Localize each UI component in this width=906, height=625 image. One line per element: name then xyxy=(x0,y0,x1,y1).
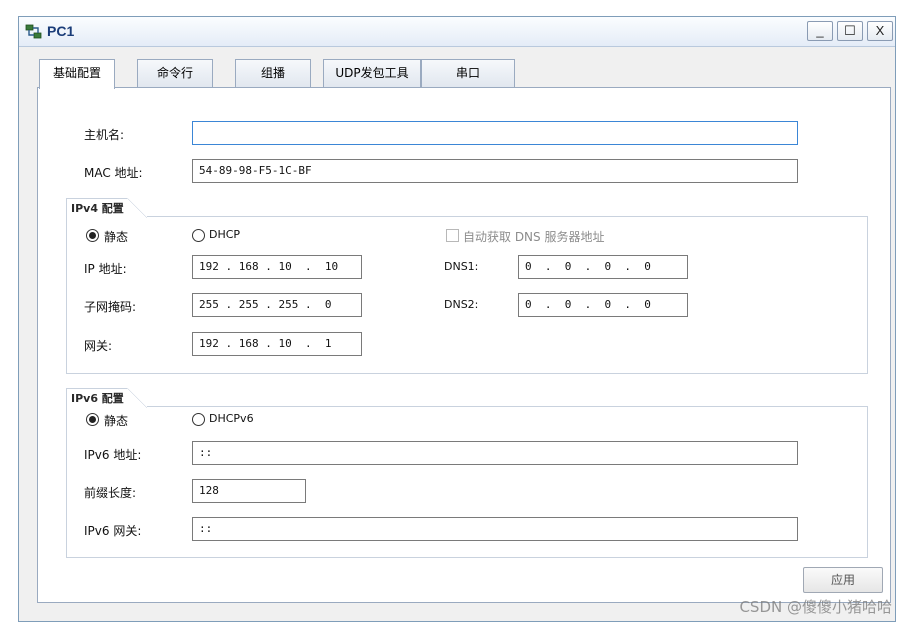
ipv6-address-label: IPv6 地址: xyxy=(84,448,142,462)
auto-dns-label: 自动获取 DNS 服务器地址 xyxy=(463,230,605,244)
maximize-button[interactable]: ☐ xyxy=(837,21,863,41)
prefix-length-label: 前缀长度: xyxy=(84,486,137,500)
ipv4-dhcp-radio[interactable] xyxy=(192,229,205,242)
ipv4-dhcp-label: DHCP xyxy=(209,228,241,241)
hostname-label: 主机名: xyxy=(84,128,125,142)
dns2-label: DNS2: xyxy=(444,298,479,311)
gateway-label: 网关: xyxy=(84,339,113,353)
ipv6-gateway-input[interactable]: :: xyxy=(192,517,798,541)
window-title: PC1 xyxy=(47,23,75,39)
ipv6-dhcp-label: DHCPv6 xyxy=(209,412,254,425)
ipv6-dhcp-radio[interactable] xyxy=(192,413,205,426)
hostname-input[interactable] xyxy=(192,121,798,145)
mac-address-field[interactable]: 54-89-98-F5-1C-BF xyxy=(192,159,798,183)
ipv6-static-radio[interactable] xyxy=(86,413,99,426)
dns1-input[interactable]: 0 . 0 . 0 . 0 xyxy=(518,255,688,279)
ipv4-static-label: 静态 xyxy=(104,230,129,244)
subnet-mask-input[interactable]: 255 . 255 . 255 . 0 xyxy=(192,293,362,317)
ip-address-label: IP 地址: xyxy=(84,262,127,276)
pc-network-icon xyxy=(25,24,42,39)
prefix-length-input[interactable]: 128 xyxy=(192,479,306,503)
ip-address-input[interactable]: 192 . 168 . 10 . 10 xyxy=(192,255,362,279)
ipv6-static-label: 静态 xyxy=(104,414,129,428)
ipv6-gateway-label: IPv6 网关: xyxy=(84,524,142,538)
apply-button[interactable]: 应用 xyxy=(803,567,883,593)
mac-label: MAC 地址: xyxy=(84,166,143,180)
close-button[interactable]: X xyxy=(867,21,893,41)
auto-dns-checkbox[interactable] xyxy=(446,229,459,242)
tab-udp-tool[interactable]: UDP发包工具 xyxy=(323,59,421,87)
ipv4-static-radio[interactable] xyxy=(86,229,99,242)
pc1-window: PC1 _ ☐ X 基础配置 命令行 组播 UDP发包工具 串口 主机名: MA… xyxy=(18,16,896,622)
dns2-input[interactable]: 0 . 0 . 0 . 0 xyxy=(518,293,688,317)
subnet-mask-label: 子网掩码: xyxy=(84,300,137,314)
dns1-label: DNS1: xyxy=(444,260,479,273)
watermark: CSDN @傻傻小猪哈哈 xyxy=(739,598,892,616)
tab-basic-config[interactable]: 基础配置 xyxy=(39,59,115,89)
ipv6-group-title: IPv6 配置 xyxy=(66,388,147,408)
tab-serial[interactable]: 串口 xyxy=(421,59,515,87)
ipv4-group-title: IPv4 配置 xyxy=(66,198,147,218)
tab-multicast[interactable]: 组播 xyxy=(235,59,311,87)
title-bar[interactable]: PC1 _ ☐ X xyxy=(19,17,895,47)
basic-config-panel: 主机名: MAC 地址: 54-89-98-F5-1C-BF IPv4 配置 静… xyxy=(37,87,891,603)
ipv6-address-input[interactable]: :: xyxy=(192,441,798,465)
gateway-input[interactable]: 192 . 168 . 10 . 1 xyxy=(192,332,362,356)
minimize-button[interactable]: _ xyxy=(807,21,833,41)
tab-command-line[interactable]: 命令行 xyxy=(137,59,213,87)
